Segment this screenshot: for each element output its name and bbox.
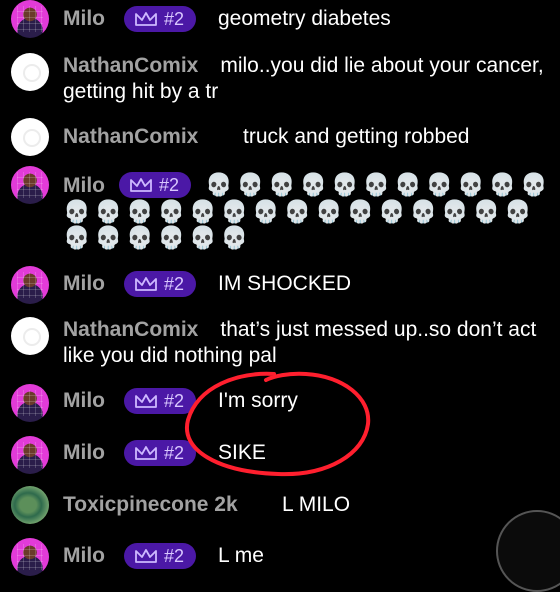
- message-text: truck and getting robbed: [243, 125, 470, 148]
- message-text: I'm sorry: [218, 389, 298, 412]
- username[interactable]: Milo: [63, 543, 105, 569]
- username[interactable]: Toxicpinecone 2k: [63, 492, 238, 518]
- rank-label: #2: [164, 274, 185, 294]
- rank-label: #2: [164, 443, 185, 463]
- crown-icon: [135, 549, 157, 563]
- username[interactable]: Milo: [63, 174, 105, 197]
- rank-badge: #2: [124, 271, 197, 297]
- crown-icon: [135, 277, 157, 291]
- red-circle-annotation: [184, 371, 371, 477]
- username[interactable]: NathanComix: [63, 318, 198, 341]
- message-text: SIKE: [218, 441, 266, 464]
- message-text: L me: [218, 544, 264, 567]
- avatar[interactable]: [11, 317, 49, 355]
- avatar[interactable]: [11, 266, 49, 304]
- avatar[interactable]: [11, 538, 49, 576]
- avatar[interactable]: [11, 384, 49, 422]
- message-text: L MILO: [282, 493, 351, 516]
- rank-label: #2: [164, 391, 185, 411]
- username[interactable]: NathanComix: [63, 54, 198, 77]
- rank-badge: #2: [119, 172, 192, 198]
- username[interactable]: Milo: [63, 271, 105, 297]
- avatar[interactable]: [11, 436, 49, 474]
- rank-badge: #2: [124, 388, 197, 414]
- crown-icon: [135, 394, 157, 408]
- rank-badge: #2: [124, 6, 197, 32]
- avatar[interactable]: [11, 166, 49, 204]
- rank-badge: #2: [124, 440, 197, 466]
- avatar[interactable]: [11, 486, 49, 524]
- message-body: NathanComix that’s just messed up..so don…: [63, 317, 548, 369]
- avatar[interactable]: [11, 118, 49, 156]
- crown-icon: [135, 446, 157, 460]
- message-body: NathanComix milo..you did lie about your …: [63, 53, 548, 105]
- message-text: IM SHOCKED: [218, 272, 352, 295]
- rank-badge: #2: [124, 543, 197, 569]
- username[interactable]: Milo: [63, 388, 105, 414]
- rank-label: #2: [164, 9, 185, 29]
- crown-icon: [135, 12, 157, 26]
- scroll-down-button[interactable]: [496, 510, 560, 592]
- crown-icon: [130, 178, 152, 192]
- username[interactable]: NathanComix: [63, 124, 198, 150]
- avatar[interactable]: [11, 0, 49, 38]
- message-body: Milo #2 💀 💀 💀 💀 💀 💀 💀 💀 💀 💀 💀 💀 💀 💀 💀 💀 …: [63, 172, 548, 251]
- username[interactable]: Milo: [63, 440, 105, 466]
- message-text: geometry diabetes: [218, 7, 391, 30]
- avatar[interactable]: [11, 53, 49, 91]
- rank-label: #2: [164, 546, 185, 566]
- username[interactable]: Milo: [63, 6, 105, 32]
- rank-label: #2: [159, 175, 180, 195]
